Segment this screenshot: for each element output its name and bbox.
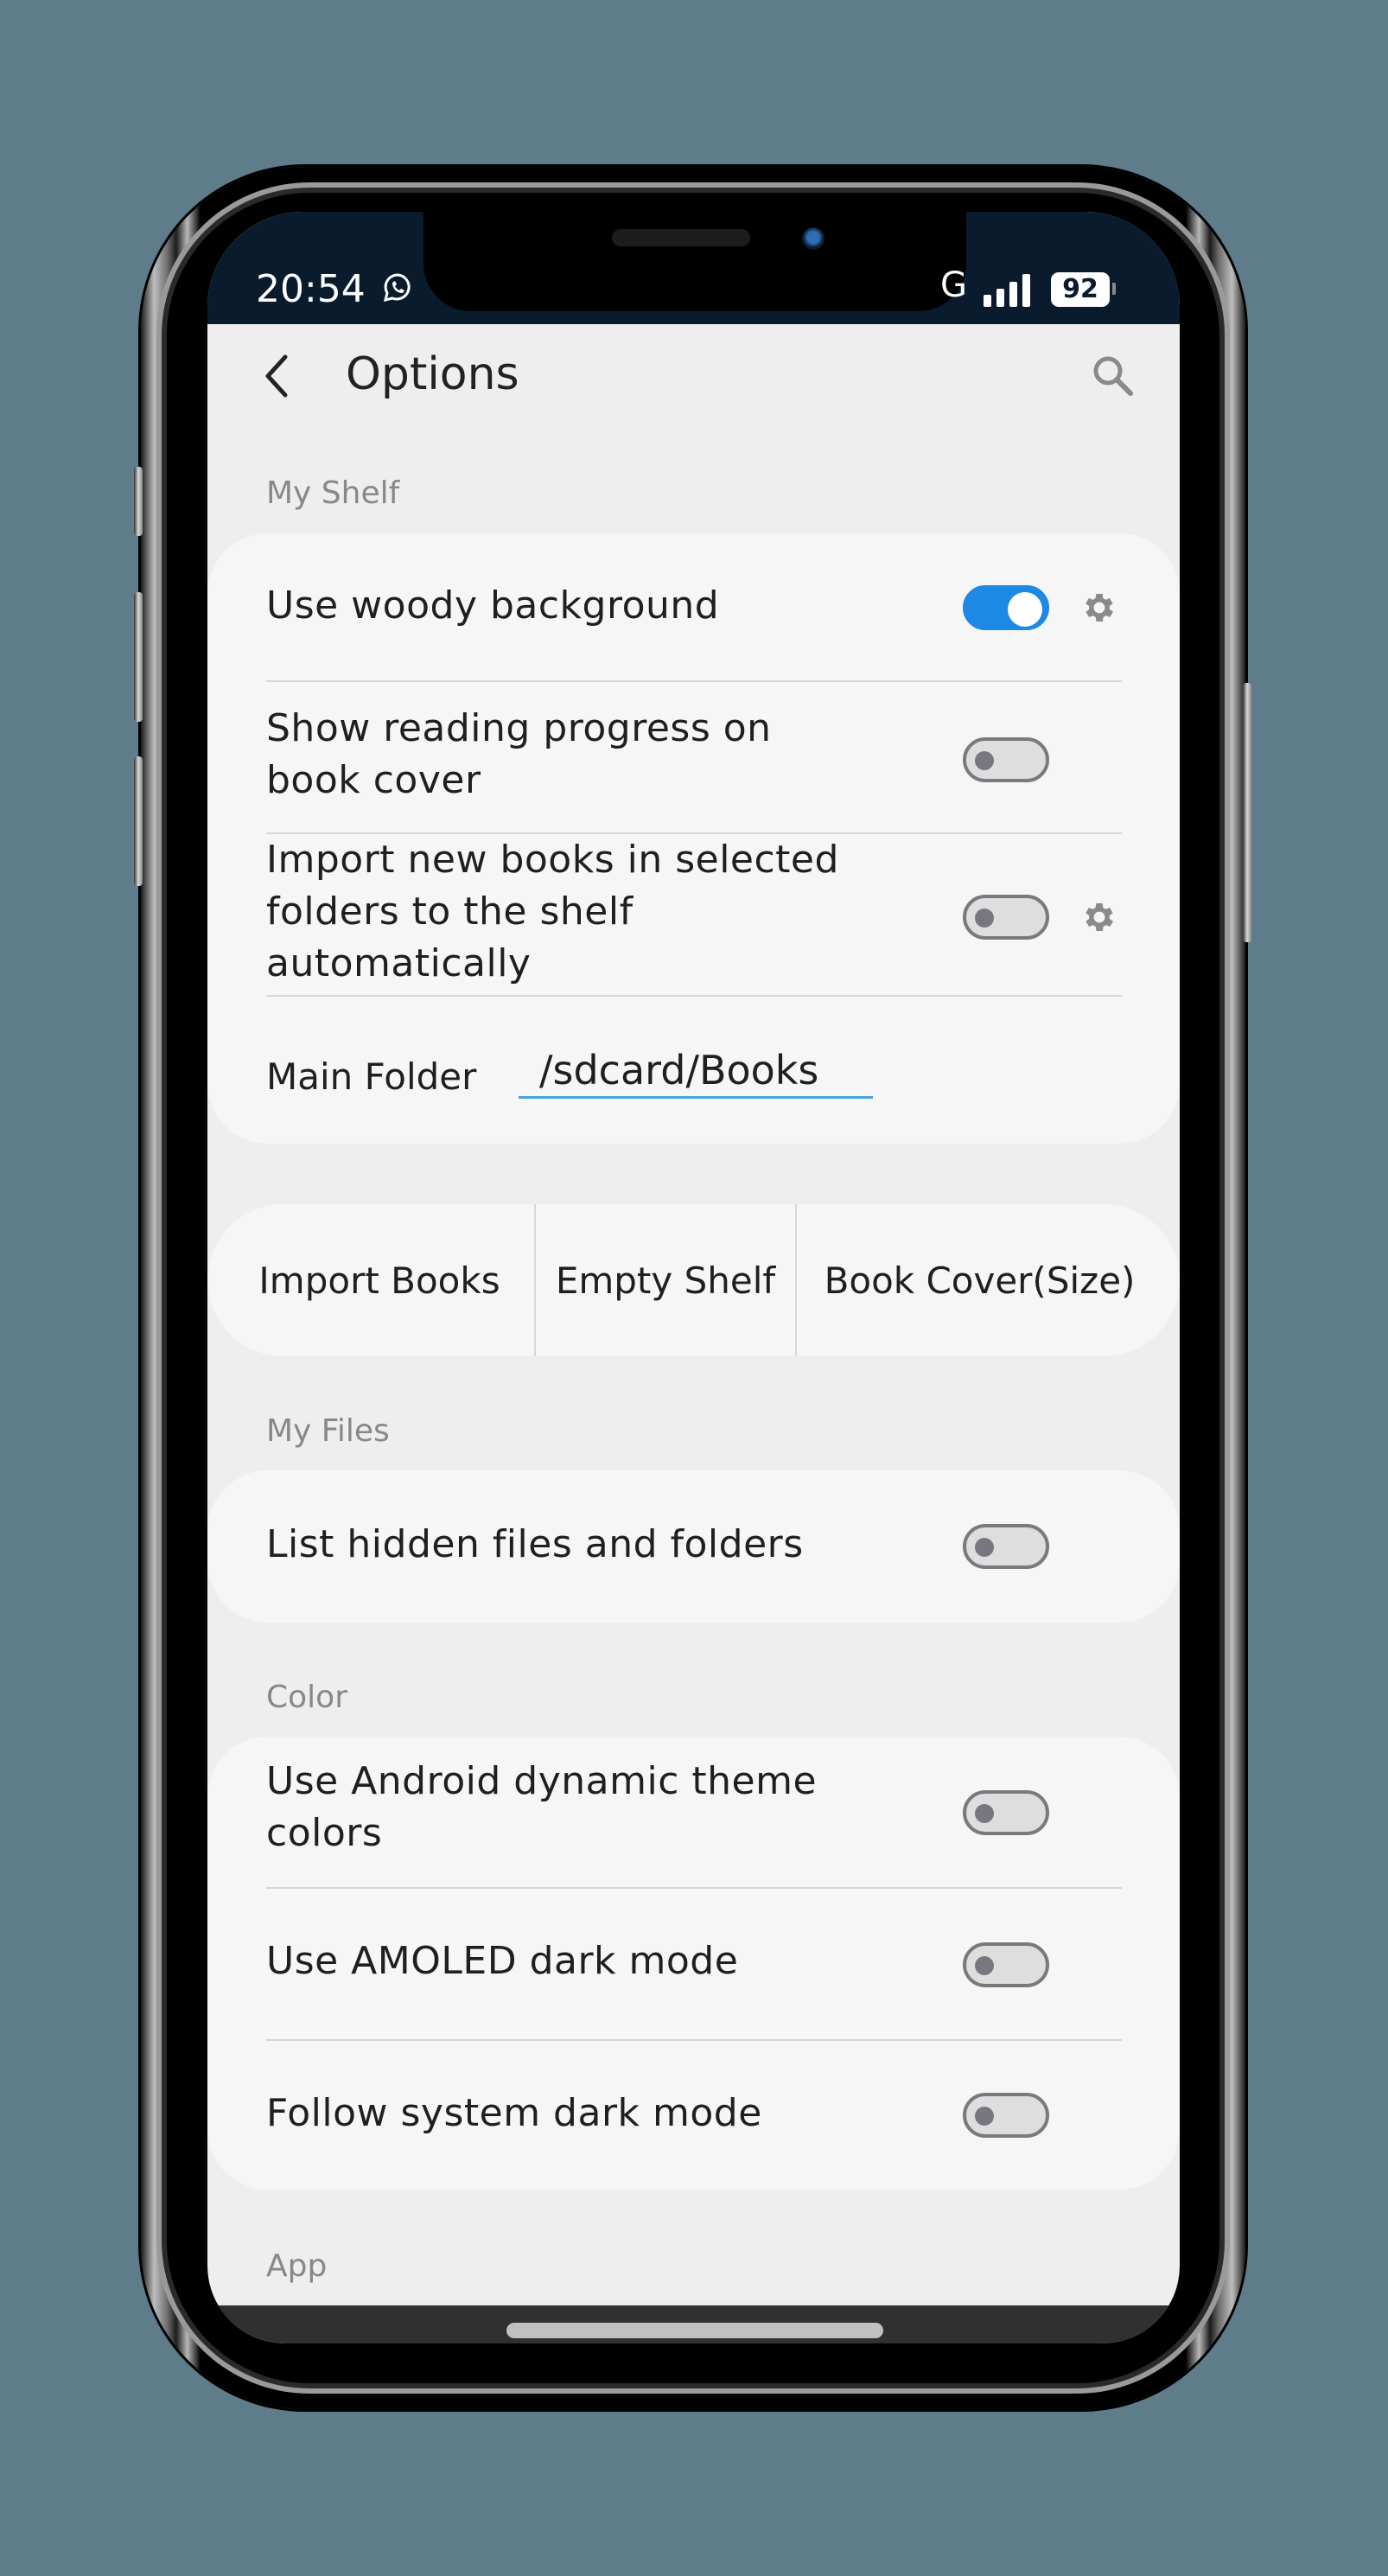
setting-label-line2: colors (266, 1811, 383, 1855)
main-folder-label: Main Folder (266, 1055, 477, 1098)
power-button (1243, 683, 1251, 942)
toggle-reading-progress[interactable] (963, 737, 1049, 782)
silent-switch (134, 467, 143, 536)
toggle-knob (975, 1538, 994, 1557)
my-files-card: List hidden files and folders (207, 1470, 1180, 1623)
volume-up-button (134, 592, 143, 722)
battery-level: 92 (1051, 272, 1110, 307)
shelf-actions-group: Import Books Empty Shelf Book Cover(Size… (207, 1204, 1180, 1356)
toggle-knob (975, 1804, 994, 1823)
notch (423, 212, 966, 311)
whatsapp-icon (383, 273, 411, 303)
setting-label-line2: folders to the shelf (266, 889, 634, 934)
app-bar: Options (207, 324, 1180, 428)
status-time: 20:54 (256, 267, 366, 311)
toggle-hidden-files[interactable] (963, 1524, 1049, 1569)
toggle-knob (975, 909, 994, 928)
signal-bars-icon (984, 274, 1030, 307)
setting-label: Use woody background (266, 583, 720, 628)
import-books-button[interactable]: Import Books (207, 1204, 534, 1356)
screen: 20:54 G 92 Options My Shelf Use woody ba… (207, 212, 1180, 2343)
setting-label-line1: Use Android dynamic theme (266, 1759, 818, 1803)
divider (266, 995, 1122, 997)
my-shelf-card: Use woody background Show reading progre… (207, 533, 1180, 1144)
search-icon[interactable] (1089, 352, 1137, 400)
main-folder-input[interactable] (519, 1043, 873, 1099)
status-bar: 20:54 G 92 (207, 212, 1180, 324)
setting-label-line1: Import new books in selected (266, 838, 839, 882)
page-title: Options (346, 348, 519, 400)
front-camera (802, 227, 825, 250)
book-cover-size-button[interactable]: Book Cover(Size) (797, 1204, 1180, 1356)
toggle-follow-system[interactable] (963, 2093, 1049, 2138)
section-label-app: App (266, 2248, 328, 2284)
toggle-woody-background[interactable] (963, 585, 1049, 630)
section-label-color: Color (266, 1680, 347, 1715)
toggle-knob (1008, 592, 1042, 627)
section-label-my-files: My Files (266, 1413, 390, 1449)
gear-icon[interactable] (1080, 589, 1118, 627)
earpiece-speaker (612, 229, 750, 246)
section-label-my-shelf: My Shelf (266, 475, 400, 511)
setting-label-line1: Show reading progress on (266, 706, 772, 750)
setting-label: Follow system dark mode (266, 2091, 762, 2135)
setting-label-line3: automatically (266, 941, 532, 985)
toggle-knob (975, 1956, 994, 1975)
network-type: G (940, 265, 967, 305)
toggle-auto-import[interactable] (963, 895, 1049, 940)
chevron-left-icon[interactable] (259, 350, 294, 402)
toggle-knob (975, 2107, 994, 2126)
home-gesture-handle[interactable] (506, 2323, 883, 2338)
battery-icon (1112, 283, 1116, 295)
setting-label: Use AMOLED dark mode (266, 1939, 739, 1983)
toggle-knob (975, 751, 994, 770)
toggle-dynamic-theme[interactable] (963, 1790, 1049, 1835)
gear-icon[interactable] (1080, 898, 1118, 936)
setting-label-line2: book cover (266, 758, 481, 802)
navigation-bar (207, 2305, 1180, 2343)
empty-shelf-button[interactable]: Empty Shelf (536, 1204, 795, 1356)
toggle-amoled[interactable] (963, 1942, 1049, 1987)
color-card: Use Android dynamic theme colors Use AMO… (207, 1737, 1180, 2190)
setting-label: List hidden files and folders (266, 1522, 804, 1566)
volume-down-button (134, 756, 143, 886)
